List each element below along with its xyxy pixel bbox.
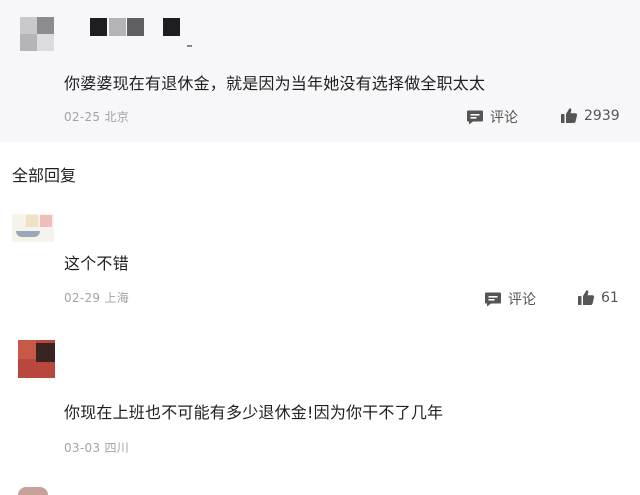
comment-text: 你婆婆现在有退休金，就是因为当年她没有选择做全职太太 — [64, 74, 486, 93]
reply-date: 03-03 — [64, 441, 101, 455]
username-masked[interactable] — [90, 18, 192, 47]
reply-location: 上海 — [104, 291, 130, 305]
like-count: 61 — [601, 289, 619, 306]
thumbs-up-icon — [560, 107, 578, 124]
reply-button[interactable]: 评论 — [466, 107, 518, 127]
reply-meta: 02-29 上海 — [64, 289, 129, 306]
comment-icon — [484, 291, 502, 308]
avatar[interactable] — [12, 214, 54, 242]
reply-label: 评论 — [508, 292, 536, 308]
comment-location: 北京 — [104, 110, 130, 124]
reply-label: 评论 — [490, 110, 518, 126]
reply-text: 这个不错 — [64, 254, 129, 273]
reply-text: 你现在上班也不可能有多少退休金!因为你干不了几年 — [64, 403, 444, 422]
section-title: 全部回复 — [12, 166, 77, 185]
avatar[interactable] — [18, 340, 55, 378]
avatar[interactable] — [20, 17, 54, 51]
like-button[interactable]: 61 — [577, 289, 619, 306]
reply-button[interactable]: 评论 — [484, 289, 536, 309]
reply-date: 02-29 — [64, 291, 101, 305]
comment-icon — [466, 109, 484, 126]
thumbs-up-icon — [577, 289, 595, 306]
comment-date: 02-25 — [64, 110, 101, 124]
avatar[interactable] — [18, 487, 48, 495]
reply-meta: 03-03 四川 — [64, 439, 129, 456]
like-count: 2939 — [584, 107, 620, 124]
reply-location: 四川 — [104, 441, 130, 455]
top-comment-block: 你婆婆现在有退休金，就是因为当年她没有选择做全职太太 02-25 北京 评论 2… — [0, 0, 640, 142]
like-button[interactable]: 2939 — [560, 107, 620, 124]
comment-meta: 02-25 北京 — [64, 108, 129, 125]
